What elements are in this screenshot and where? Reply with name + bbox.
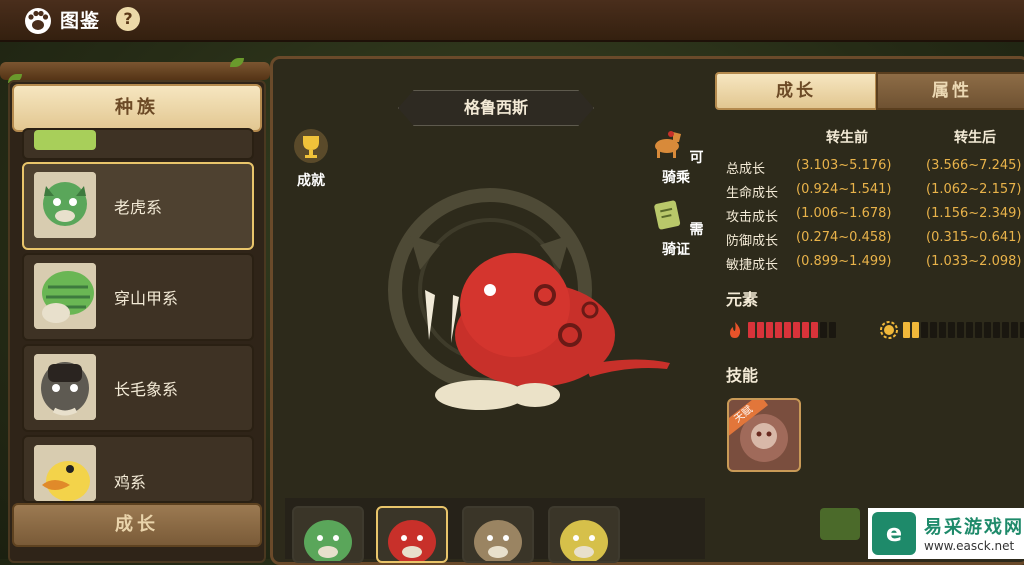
fire-element-bar — [748, 322, 872, 338]
variant-thumb[interactable] — [462, 506, 534, 563]
bar-segment — [811, 322, 818, 338]
bar-segment — [957, 322, 964, 338]
bar-segment — [793, 322, 800, 338]
tab-attributes[interactable]: 属性 — [876, 72, 1024, 110]
stat-after: (1.062~2.157) — [926, 182, 1022, 197]
mammoth-avatar — [34, 354, 96, 420]
list-item-label: 老虎系 — [114, 198, 163, 217]
tab-growth-filter[interactable]: 成长 — [12, 503, 262, 547]
achievement-button[interactable]: 成就 — [287, 128, 335, 190]
rideable-indicator: 可骑乘 — [648, 124, 704, 187]
stat-before: (1.006~1.678) — [796, 206, 892, 221]
list-item-chicken[interactable]: 鸡系 — [22, 435, 254, 503]
bar-segment — [775, 322, 782, 338]
list-item-label: 长毛象系 — [114, 380, 179, 399]
stat-label: 攻击成长 — [726, 210, 779, 225]
stat-before: (3.103~5.176) — [796, 158, 892, 173]
variant-thumb[interactable] — [292, 506, 364, 563]
bar-segment — [984, 322, 991, 338]
bar-segment — [939, 322, 946, 338]
fire-icon — [730, 322, 741, 338]
creature-illustration — [425, 253, 670, 410]
variant-thumb-selected[interactable] — [376, 506, 448, 563]
paw-icon — [25, 8, 51, 34]
stat-label: 敏捷成长 — [726, 258, 779, 273]
bar-segment — [975, 322, 982, 338]
stat-after: (1.033~2.098) — [926, 254, 1022, 269]
license-indicator: 需骑证 — [648, 196, 704, 259]
bar-segment — [766, 322, 773, 338]
bar-segment — [1002, 322, 1009, 338]
list-item-mammoth[interactable]: 长毛象系 — [22, 344, 254, 432]
tab-growth[interactable]: 成长 — [715, 72, 877, 110]
top-bar: 图鉴 ? — [0, 0, 1024, 42]
elements-title: 元素 — [726, 290, 759, 309]
stat-before: (0.274~0.458) — [796, 230, 892, 245]
stat-before: (0.924~1.541) — [796, 182, 892, 197]
watermark-url: www.easck.net — [924, 539, 1015, 553]
watermark-name: 易采游戏网 — [924, 517, 1024, 538]
list-item-label: 鸡系 — [114, 473, 147, 492]
bar-segment — [829, 322, 836, 338]
list-item[interactable] — [22, 128, 254, 160]
creature-name: 格鲁西斯 — [398, 90, 594, 126]
creature-avatar — [34, 130, 96, 150]
stat-after: (1.156~2.349) — [926, 206, 1022, 221]
bar-segment — [912, 322, 919, 338]
bar-segment — [903, 322, 910, 338]
skill-slot[interactable]: 天赋 — [727, 398, 801, 472]
page-title: 图鉴 — [60, 10, 101, 32]
list-item-pangolin[interactable]: 穿山甲系 — [22, 253, 254, 341]
skills-title: 技能 — [726, 366, 759, 385]
light-element-bar — [903, 322, 1024, 338]
action-button[interactable] — [820, 508, 860, 540]
bar-segment — [820, 322, 827, 338]
bar-segment — [784, 322, 791, 338]
help-icon[interactable]: ? — [116, 7, 140, 31]
column-after-rebirth: 转生后 — [954, 130, 996, 146]
stat-after: (3.566~7.245) — [926, 158, 1022, 173]
horse-icon — [654, 131, 681, 158]
pangolin-avatar — [34, 263, 96, 329]
bar-segment — [930, 322, 937, 338]
bar-segment — [948, 322, 955, 338]
trophy-icon — [294, 129, 328, 163]
list-item-label: 穿山甲系 — [114, 289, 179, 308]
bar-segment — [1020, 322, 1024, 338]
watermark: e 易采游戏网 www.easck.net — [868, 508, 1024, 559]
stat-label: 防御成长 — [726, 234, 779, 249]
bar-segment — [966, 322, 973, 338]
bar-segment — [802, 322, 809, 338]
bar-segment — [993, 322, 1000, 338]
stat-label: 生命成长 — [726, 186, 779, 201]
tiger-avatar — [34, 172, 96, 238]
chicken-avatar — [34, 445, 96, 501]
variant-thumb[interactable] — [548, 506, 620, 563]
light-element-icon — [880, 321, 898, 339]
bar-segment — [921, 322, 928, 338]
stat-after: (0.315~0.641) — [926, 230, 1022, 245]
stat-label: 总成长 — [726, 162, 766, 177]
bar-segment — [748, 322, 755, 338]
bar-segment — [1011, 322, 1018, 338]
column-before-rebirth: 转生前 — [826, 130, 868, 146]
list-item-tiger[interactable]: 老虎系 — [22, 162, 254, 250]
stat-before: (0.899~1.499) — [796, 254, 892, 269]
bar-segment — [757, 322, 764, 338]
achievement-label: 成就 — [297, 173, 325, 189]
tab-race[interactable]: 种族 — [12, 84, 262, 132]
license-scroll-icon — [653, 200, 680, 230]
watermark-logo: e — [872, 512, 916, 555]
